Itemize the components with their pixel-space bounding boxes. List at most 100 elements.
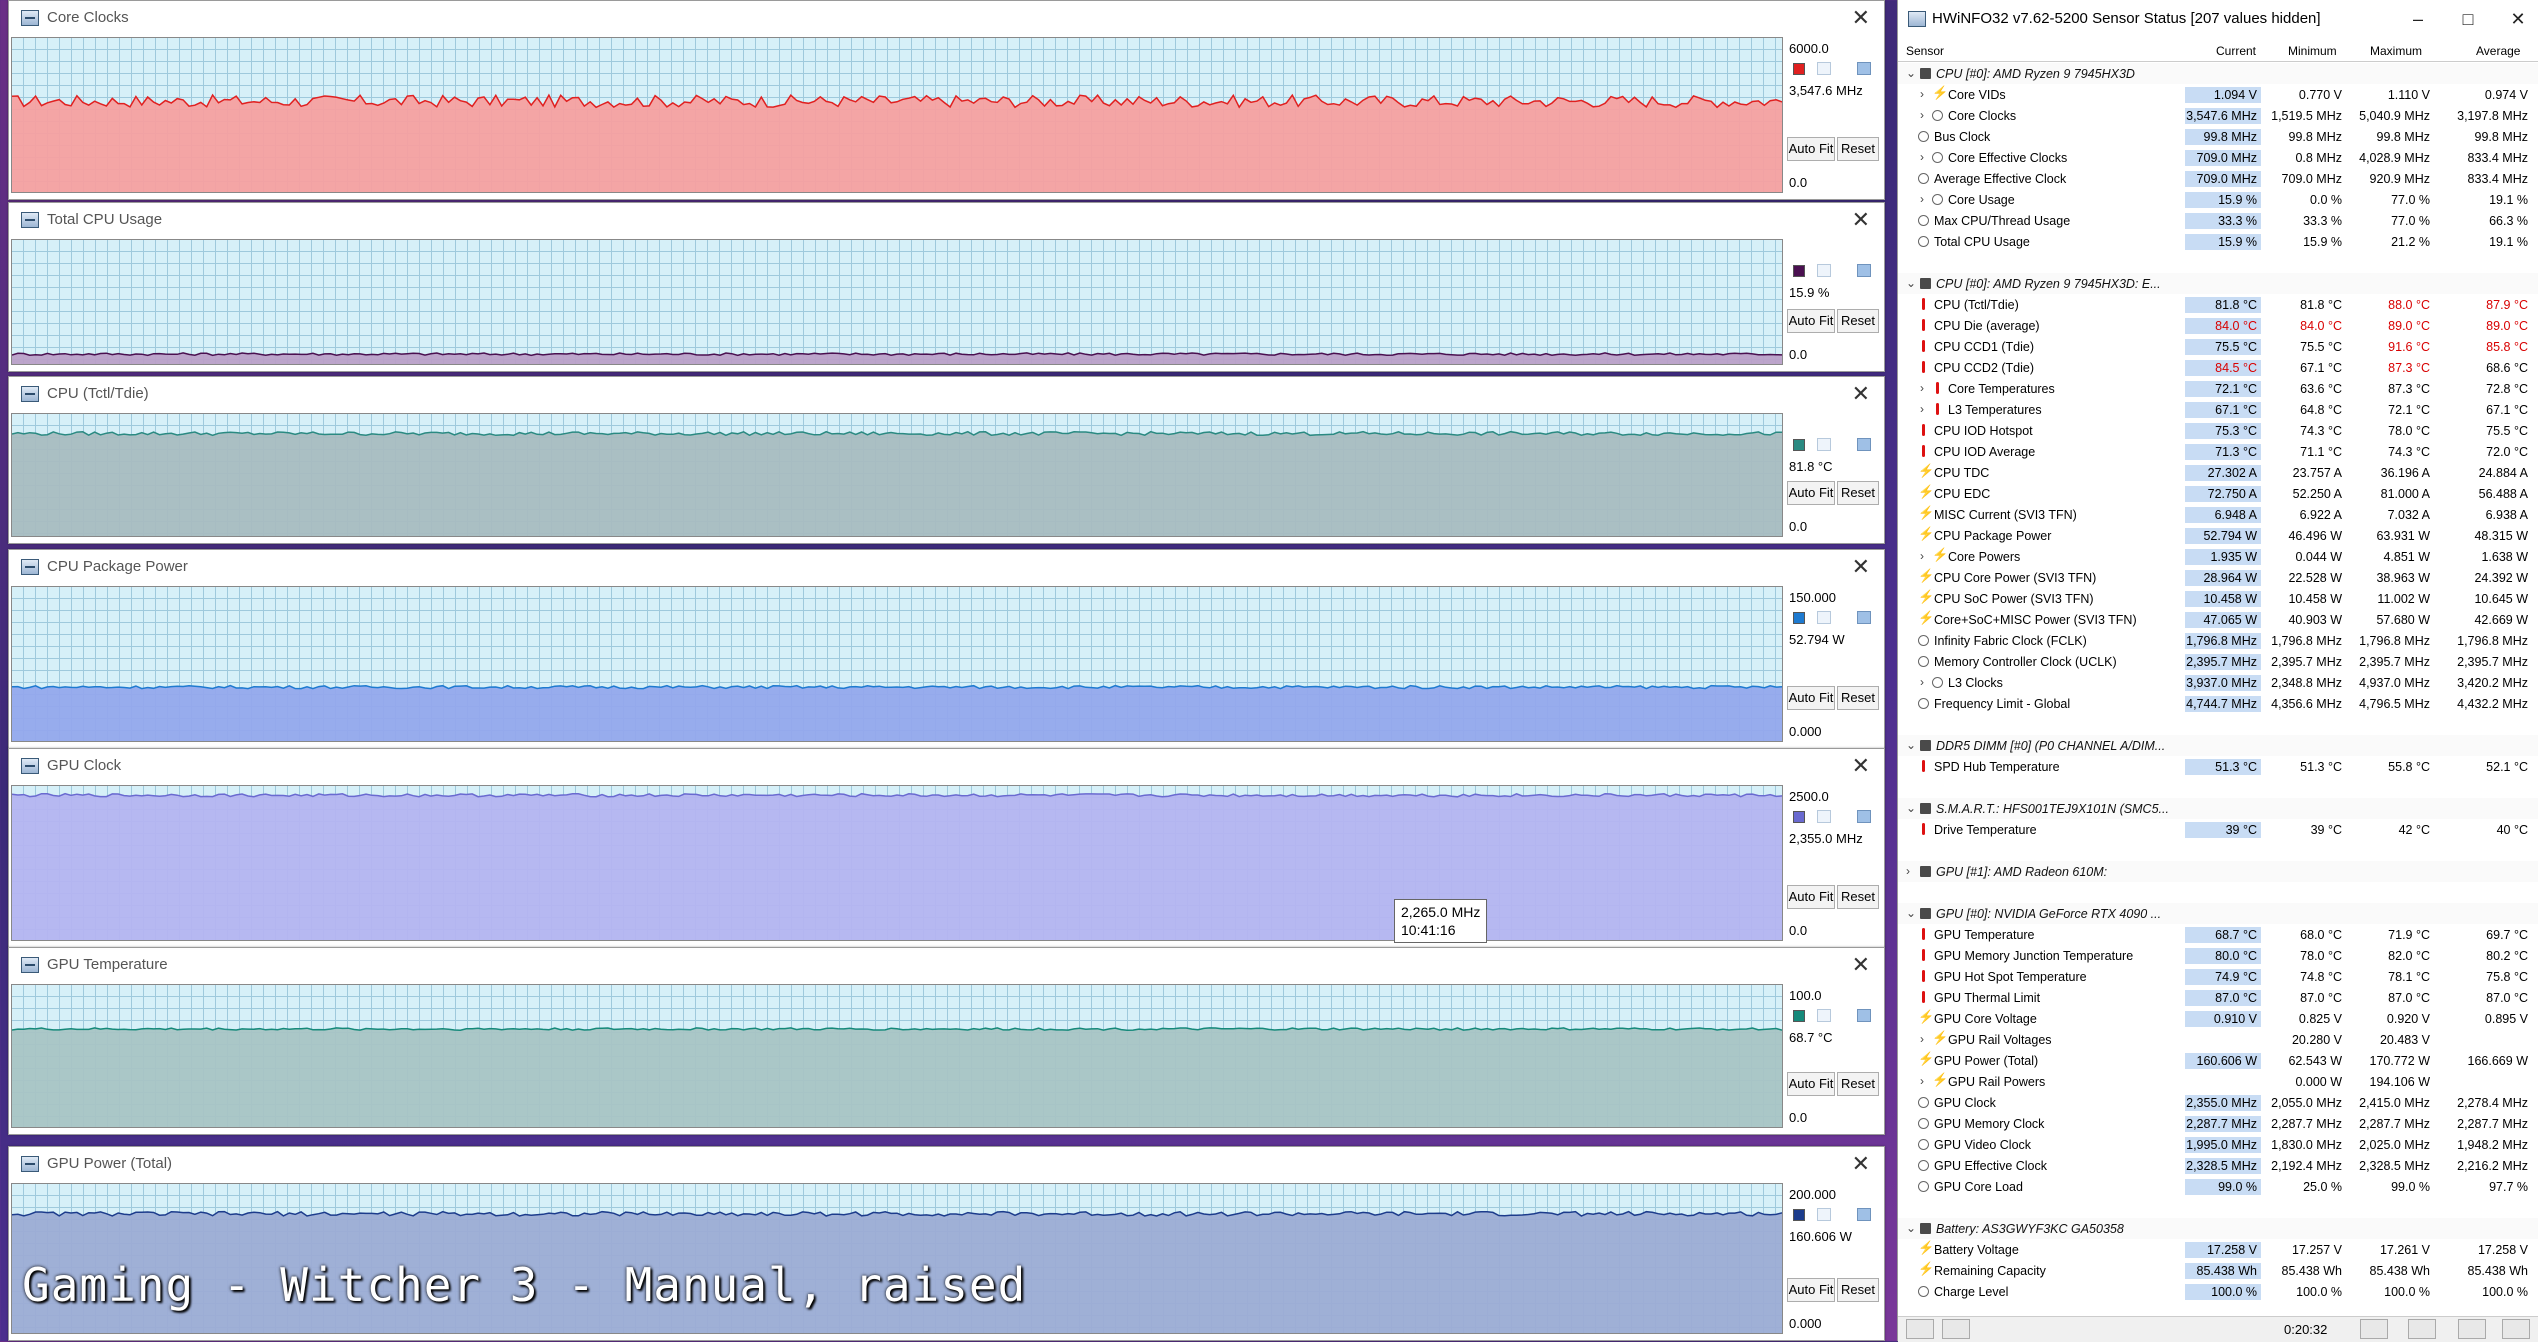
auto-fit-button[interactable]: Auto Fit [1787,885,1835,909]
series-color-swatch[interactable] [1793,612,1805,624]
sensor-row[interactable]: Charge Level 100.0 % 100.0 % 100.0 % 100… [1898,1281,2538,1302]
graph-title-bar[interactable]: GPU Clock ✕ [9,749,1884,785]
swatch-icon[interactable] [1857,810,1871,823]
graph-title-bar[interactable]: GPU Temperature ✕ [9,948,1884,984]
reset-button[interactable]: Reset [1837,686,1879,710]
sensor-row[interactable]: CPU Die (average) 84.0 °C 84.0 °C 89.0 °… [1898,315,2538,336]
swatch-icon[interactable] [1857,1009,1871,1022]
series-color-swatch[interactable] [1793,265,1805,277]
chevron-right-icon[interactable]: › [1920,192,1924,206]
sensor-row[interactable]: GPU Hot Spot Temperature 74.9 °C 74.8 °C… [1898,966,2538,987]
sensor-row[interactable]: ⚡ CPU TDC 27.302 A 23.757 A 36.196 A 24.… [1898,462,2538,483]
sensor-row[interactable]: ⚡ Core+SoC+MISC Power (SVI3 TFN) 47.065 … [1898,609,2538,630]
chevron-down-icon[interactable]: ⌄ [1906,66,1916,80]
sensor-group-header[interactable]: › GPU [#1]: AMD Radeon 610M: [1898,861,2538,882]
sensor-row[interactable]: ⚡ CPU Package Power 52.794 W 46.496 W 63… [1898,525,2538,546]
chevron-down-icon[interactable]: ⌄ [1906,906,1916,920]
swatch-icon[interactable] [1817,611,1831,624]
sensor-row[interactable]: Memory Controller Clock (UCLK) 2,395.7 M… [1898,651,2538,672]
minimize-icon[interactable]: – [2398,5,2438,33]
sensor-row[interactable]: CPU CCD2 (Tdie) 84.5 °C 67.1 °C 87.3 °C … [1898,357,2538,378]
nav-left-icon[interactable] [1906,1319,1934,1339]
swatch-icon[interactable] [1857,438,1871,451]
auto-fit-button[interactable]: Auto Fit [1787,309,1835,333]
swatch-icon[interactable] [1817,1208,1831,1221]
sensor-row[interactable]: › Core Usage 15.9 % 0.0 % 77.0 % 19.1 % [1898,189,2538,210]
sensor-row[interactable]: › L3 Clocks 3,937.0 MHz 2,348.8 MHz 4,93… [1898,672,2538,693]
chevron-right-icon[interactable]: › [1920,150,1924,164]
graph-window[interactable]: Total CPU Usage ✕ 15.9 % Auto Fit Reset … [8,202,1885,372]
sensor-row[interactable]: › ⚡ GPU Rail Voltages 20.280 V 20.483 V [1898,1029,2538,1050]
sensor-row[interactable]: CPU CCD1 (Tdie) 75.5 °C 75.5 °C 91.6 °C … [1898,336,2538,357]
sensor-group-header[interactable]: ⌄ CPU [#0]: AMD Ryzen 9 7945HX3D: E... [1898,273,2538,294]
sensor-row[interactable]: ⚡ CPU Core Power (SVI3 TFN) 28.964 W 22.… [1898,567,2538,588]
series-color-swatch[interactable] [1793,63,1805,75]
chevron-right-icon[interactable]: › [1920,675,1924,689]
sensor-row[interactable]: CPU (Tctl/Tdie) 81.8 °C 81.8 °C 88.0 °C … [1898,294,2538,315]
close-icon[interactable]: ✕ [1852,554,1870,580]
col-maximum[interactable]: Maximum [2370,44,2422,58]
graph-title-bar[interactable]: CPU (Tctl/Tdie) ✕ [9,377,1884,413]
graph-title-bar[interactable]: Core Clocks ✕ [9,1,1884,37]
sensor-row[interactable]: Infinity Fabric Clock (FCLK) 1,796.8 MHz… [1898,630,2538,651]
close-icon[interactable]: ✕ [1852,952,1870,978]
close-icon[interactable]: ✕ [1852,5,1870,31]
chevron-down-icon[interactable]: ⌄ [1906,738,1916,752]
close-icon[interactable]: ✕ [2498,5,2538,33]
reset-button[interactable]: Reset [1837,1072,1879,1096]
sensor-row[interactable]: GPU Memory Junction Temperature 80.0 °C … [1898,945,2538,966]
sensor-row[interactable]: ⚡ CPU SoC Power (SVI3 TFN) 10.458 W 10.4… [1898,588,2538,609]
swatch-icon[interactable] [1857,264,1871,277]
chevron-right-icon[interactable]: › [1920,549,1924,563]
auto-fit-button[interactable]: Auto Fit [1787,137,1835,161]
col-minimum[interactable]: Minimum [2288,44,2337,58]
sensor-row[interactable]: Max CPU/Thread Usage 33.3 % 33.3 % 77.0 … [1898,210,2538,231]
sensor-row[interactable]: ⚡ Remaining Capacity 85.438 Wh 85.438 Wh… [1898,1260,2538,1281]
reset-button[interactable]: Reset [1837,481,1879,505]
sensor-row[interactable]: SPD Hub Temperature 51.3 °C 51.3 °C 55.8… [1898,756,2538,777]
reset-button[interactable]: Reset [1837,1278,1879,1302]
sensor-group-header[interactable]: ⌄ CPU [#0]: AMD Ryzen 9 7945HX3D [1898,63,2538,84]
sensor-row[interactable]: › Core Clocks 3,547.6 MHz 1,519.5 MHz 5,… [1898,105,2538,126]
swatch-icon[interactable] [1817,1009,1831,1022]
auto-fit-button[interactable]: Auto Fit [1787,686,1835,710]
sensor-group-header[interactable]: ⌄ GPU [#0]: NVIDIA GeForce RTX 4090 ... [1898,903,2538,924]
swatch-icon[interactable] [1857,62,1871,75]
chevron-right-icon[interactable]: › [1920,381,1924,395]
sensor-row[interactable]: Drive Temperature 39 °C 39 °C 42 °C 40 °… [1898,819,2538,840]
chevron-down-icon[interactable]: ⌄ [1906,276,1916,290]
graph-window[interactable]: CPU Package Power ✕ 150.000 52.794 W Aut… [8,549,1885,749]
graph-title-bar[interactable]: GPU Power (Total) ✕ [9,1147,1884,1183]
sensor-row[interactable]: › ⚡ GPU Rail Powers 0.000 W 194.106 W [1898,1071,2538,1092]
chevron-right-icon[interactable]: › [1920,1032,1924,1046]
sensor-row[interactable]: › L3 Temperatures 67.1 °C 64.8 °C 72.1 °… [1898,399,2538,420]
close-icon[interactable]: ✕ [1852,1151,1870,1177]
graph-title-bar[interactable]: Total CPU Usage ✕ [9,203,1884,239]
sensor-row[interactable]: ⚡ GPU Core Voltage 0.910 V 0.825 V 0.920… [1898,1008,2538,1029]
series-color-swatch[interactable] [1793,1010,1805,1022]
sensor-row[interactable]: GPU Core Load 99.0 % 25.0 % 99.0 % 97.7 … [1898,1176,2538,1197]
sensor-row[interactable]: Average Effective Clock 709.0 MHz 709.0 … [1898,168,2538,189]
close-icon[interactable]: ✕ [1852,753,1870,779]
reset-button[interactable]: Reset [1837,137,1879,161]
chevron-right-icon[interactable]: › [1920,402,1924,416]
swatch-icon[interactable] [1857,1208,1871,1221]
report-icon[interactable] [2408,1319,2436,1339]
maximize-icon[interactable]: □ [2448,5,2488,33]
close-icon[interactable]: ✕ [1852,207,1870,233]
close-sensors-icon[interactable] [2502,1319,2530,1339]
reset-button[interactable]: Reset [1837,309,1879,333]
sensor-row[interactable]: › ⚡ Core Powers 1.935 W 0.044 W 4.851 W … [1898,546,2538,567]
series-color-swatch[interactable] [1793,811,1805,823]
reset-button[interactable]: Reset [1837,885,1879,909]
sensor-row[interactable]: ⚡ CPU EDC 72.750 A 52.250 A 81.000 A 56.… [1898,483,2538,504]
sensor-row[interactable]: GPU Memory Clock 2,287.7 MHz 2,287.7 MHz… [1898,1113,2538,1134]
auto-fit-button[interactable]: Auto Fit [1787,1278,1835,1302]
sensor-row[interactable]: › Core Effective Clocks 709.0 MHz 0.8 MH… [1898,147,2538,168]
sensor-row[interactable]: › ⚡ Core VIDs 1.094 V 0.770 V 1.110 V 0.… [1898,84,2538,105]
sensor-row[interactable]: Frequency Limit - Global 4,744.7 MHz 4,3… [1898,693,2538,714]
series-color-swatch[interactable] [1793,1209,1805,1221]
sensor-row[interactable]: ⚡ Battery Voltage 17.258 V 17.257 V 17.2… [1898,1239,2538,1260]
close-icon[interactable]: ✕ [1852,381,1870,407]
graph-window[interactable]: GPU Clock ✕ 2500.0 2,355.0 MHz Auto Fit … [8,748,1885,948]
